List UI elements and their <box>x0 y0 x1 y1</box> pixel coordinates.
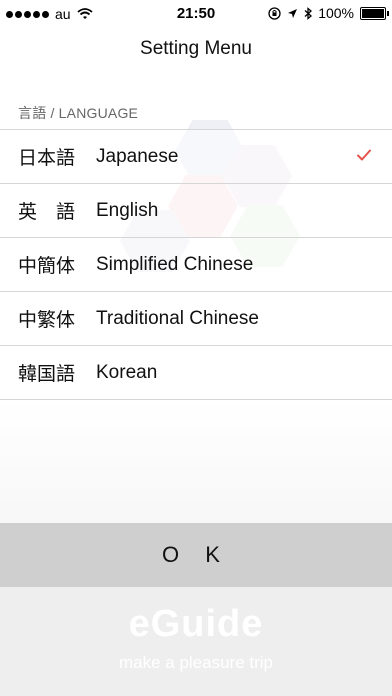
page-title: Setting Menu <box>140 38 252 59</box>
language-option-japanese[interactable]: 日本語 Japanese <box>0 130 392 184</box>
language-option-korean[interactable]: 韓国語 Korean <box>0 346 392 400</box>
language-native-label: 英 語 <box>18 201 76 223</box>
language-list: 日本語 Japanese 英 語 English 中簡体 Simplified … <box>0 129 392 400</box>
status-bar: au 21:50 100% <box>0 0 392 28</box>
language-native-label: 中繁体 <box>18 309 76 331</box>
language-english-label: Traditional Chinese <box>96 307 259 329</box>
checkmark-icon <box>357 149 371 161</box>
logo-tagline: make a pleasure trip <box>118 653 274 672</box>
language-option-traditional-chinese[interactable]: 中繁体 Traditional Chinese <box>0 292 392 346</box>
language-english-label: Korean <box>96 361 158 383</box>
language-english-label: Simplified Chinese <box>96 253 254 275</box>
battery-icon <box>360 6 389 20</box>
ok-button[interactable]: O K <box>0 523 392 587</box>
language-english-label: English <box>96 199 159 221</box>
language-native-label: 日本語 <box>18 147 76 169</box>
eguide-logo: eGuide <box>128 603 264 645</box>
orientation-lock-icon <box>268 6 281 20</box>
language-option-english[interactable]: 英 語 English <box>0 184 392 238</box>
footer-branding: eGuide make a pleasure trip <box>0 587 392 696</box>
bluetooth-icon <box>304 6 313 20</box>
language-english-label: Japanese <box>96 145 179 167</box>
language-section-header: 言語 / LANGUAGE <box>18 105 139 121</box>
language-option-simplified-chinese[interactable]: 中簡体 Simplified Chinese <box>0 238 392 292</box>
location-arrow-icon <box>288 8 298 18</box>
language-native-label: 中簡体 <box>18 255 76 277</box>
battery-percent: 100% <box>318 5 354 21</box>
language-native-label: 韓国語 <box>18 363 76 385</box>
